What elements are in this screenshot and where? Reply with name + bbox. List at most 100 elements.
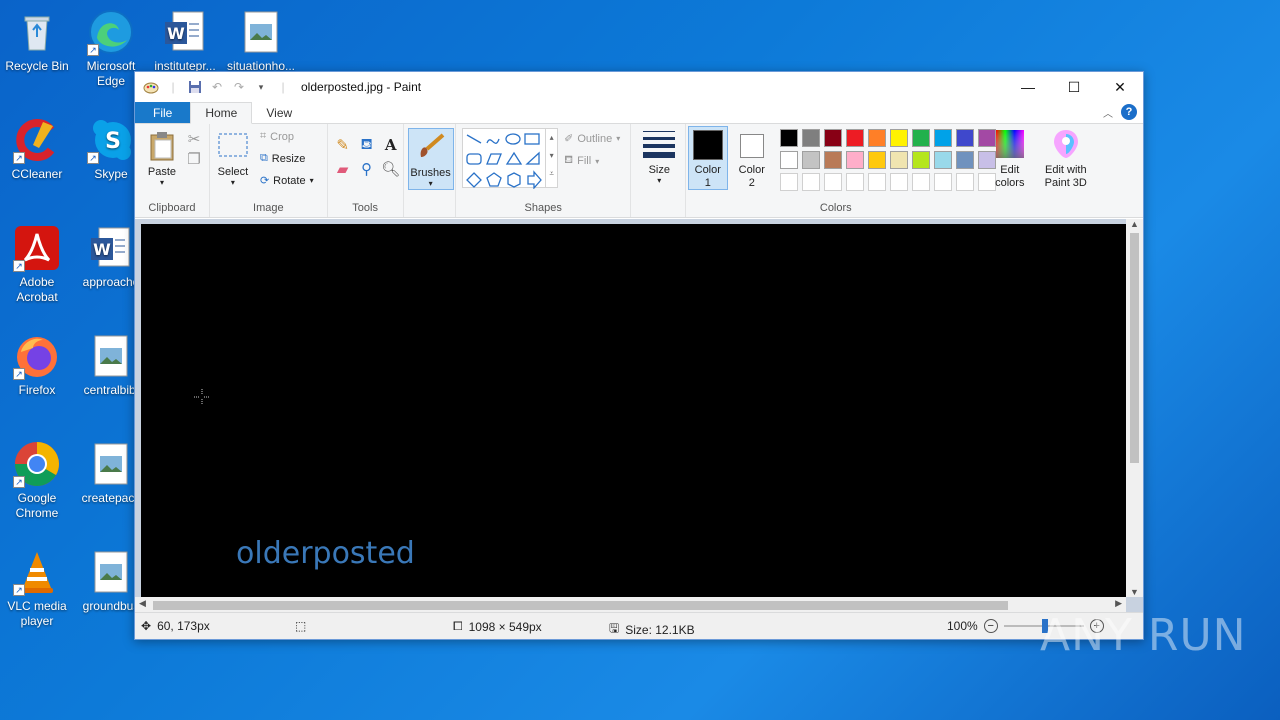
desktop-icon-ccleaner[interactable]: ↗ CCleaner (2, 116, 72, 182)
color1-button[interactable]: Color 1 (687, 126, 728, 190)
palette-swatch[interactable] (955, 129, 974, 147)
image-label: Image (253, 202, 284, 214)
eraser-icon[interactable]: ▰ (334, 160, 352, 178)
palette-swatch[interactable] (845, 129, 864, 147)
scroll-right-icon[interactable]: ▶ (1115, 598, 1122, 609)
help-icon[interactable]: ? (1121, 104, 1137, 120)
paste-button[interactable]: Paste ▾ (145, 130, 179, 187)
separator: | (281, 80, 285, 94)
fill-bucket-icon[interactable]: ⛾ (358, 136, 376, 154)
redo-icon[interactable]: ↷ (231, 79, 247, 95)
palette-swatch[interactable] (823, 151, 842, 169)
palette-swatch[interactable] (911, 129, 930, 147)
save-icon[interactable] (187, 79, 203, 95)
shapes-label: Shapes (524, 202, 562, 214)
cursor-position: ✥ 60, 173px (141, 619, 210, 633)
horizontal-scrollbar[interactable]: ◀ ▶ (135, 597, 1126, 613)
scroll-left-icon[interactable]: ◀ (139, 598, 146, 609)
outline-button[interactable]: ✐ Outline ▾ (564, 132, 620, 146)
palette-swatch[interactable] (933, 173, 952, 191)
desktop-icon-chrome[interactable]: ↗ Google Chrome (2, 440, 72, 521)
tab-home[interactable]: Home (190, 102, 253, 124)
pencil-icon[interactable]: ✎ (334, 136, 352, 154)
outline-label: Outline (577, 132, 613, 145)
cursor-position-text: 60, 173px (157, 619, 210, 633)
paint-app-icon[interactable] (143, 79, 159, 95)
image-group: Select ▾ ⌗ Crop ⧉ Resize ⟳ Rotate ▾ Image (210, 124, 328, 217)
ccleaner-icon: ↗ (13, 116, 61, 164)
palette-swatch[interactable] (867, 173, 886, 191)
color-picker-icon[interactable]: ⚲ (358, 160, 376, 178)
desktop-icon-acrobat[interactable]: ↗ Adobe Acrobat (2, 224, 72, 305)
palette-swatch[interactable] (845, 173, 864, 191)
firefox-icon: ↗ (13, 332, 61, 380)
undo-icon[interactable]: ↶ (209, 79, 225, 95)
shapes-gallery[interactable]: ▴ ▾ ⩡ (462, 128, 559, 190)
zoom-out-icon[interactable]: − (983, 619, 998, 633)
desktop-icon-label: Firefox (18, 383, 56, 397)
tab-file[interactable]: File (135, 102, 191, 123)
palette-swatch[interactable] (779, 129, 798, 147)
customize-qat-icon[interactable]: ▾ (253, 79, 269, 95)
palette-swatch[interactable] (933, 151, 952, 169)
edit-colors-button[interactable]: Edit colors (990, 128, 1030, 190)
palette-swatch[interactable] (933, 129, 952, 147)
palette-swatch[interactable] (801, 173, 820, 191)
image-file-icon (87, 548, 135, 596)
resize-button[interactable]: ⧉ Resize (260, 152, 305, 165)
fill-icon: ⛾ (564, 154, 574, 166)
size-button[interactable]: Size ▾ (639, 128, 679, 185)
horizontal-scroll-thumb[interactable] (153, 601, 1008, 610)
shapes-group: ▴ ▾ ⩡ ✐ Outline ▾ ⛾ Fill ▾ Shapes (456, 124, 632, 217)
brushes-button[interactable]: Brushes ▾ (407, 128, 454, 190)
desktop-icon-label: Adobe Acrobat (16, 275, 58, 304)
scroll-up-icon[interactable]: ▲ (1126, 219, 1143, 229)
desktop-icon-vlc[interactable]: ↗ VLC media player (2, 548, 72, 629)
palette-swatch[interactable] (889, 129, 908, 147)
tab-view[interactable]: View (252, 102, 306, 123)
palette-swatch[interactable] (823, 129, 842, 147)
collapse-ribbon-icon[interactable]: ︿ (1103, 105, 1113, 120)
palette-swatch[interactable] (867, 151, 886, 169)
palette-swatch[interactable] (845, 151, 864, 169)
edge-icon: ↗ (87, 8, 135, 56)
canvas[interactable]: olderposted (141, 224, 1126, 597)
crop-button[interactable]: ⌗ Crop (260, 130, 294, 143)
copy-icon[interactable]: ❐ (185, 150, 203, 168)
rotate-button[interactable]: ⟳ Rotate ▾ (260, 174, 314, 188)
close-button[interactable]: ✕ (1097, 72, 1143, 102)
palette-swatch[interactable] (801, 151, 820, 169)
palette-swatch[interactable] (779, 173, 798, 191)
palette-swatch[interactable] (955, 151, 974, 169)
palette-swatch[interactable] (779, 151, 798, 169)
palette-swatch[interactable] (801, 129, 820, 147)
cut-icon[interactable]: ✂ (185, 130, 203, 148)
minimize-button[interactable]: — (1005, 72, 1051, 102)
desktop-icon-situationho[interactable]: situationho... (226, 8, 296, 74)
text-tool-icon[interactable]: A (382, 136, 400, 154)
maximize-button[interactable]: ☐ (1051, 72, 1097, 102)
brushes-group: Brushes ▾ (404, 124, 457, 217)
palette-swatch[interactable] (911, 151, 930, 169)
shortcut-arrow-icon: ↗ (87, 152, 99, 164)
color2-button[interactable]: Color 2 (732, 130, 772, 190)
vertical-scroll-thumb[interactable] (1130, 233, 1139, 463)
palette-swatch[interactable] (823, 173, 842, 191)
palette-swatch[interactable] (867, 129, 886, 147)
file-size: 🖫 Size: 12.1KB (609, 619, 695, 640)
palette-swatch[interactable] (911, 173, 930, 191)
palette-swatch[interactable] (889, 173, 908, 191)
vertical-scrollbar[interactable]: ▲ ▼ (1126, 219, 1143, 597)
fill-button[interactable]: ⛾ Fill ▾ (564, 154, 599, 168)
magnifier-icon[interactable]: 🔍︎ (381, 160, 400, 178)
select-button[interactable]: Select ▾ (216, 130, 250, 187)
paint-window: | ↶ ↷ ▾ | olderposted.jpg - Paint — ☐ ✕ … (134, 71, 1144, 640)
palette-swatch[interactable] (889, 151, 908, 169)
shapes-scroll[interactable]: ▴ ▾ ⩡ (545, 129, 557, 187)
scroll-down-icon[interactable]: ▼ (1126, 587, 1143, 597)
desktop-icon-institutepr[interactable]: W institutepr... (150, 8, 220, 74)
desktop-icon-recycle-bin[interactable]: Recycle Bin (2, 8, 72, 74)
desktop-icon-firefox[interactable]: ↗ Firefox (2, 332, 72, 398)
edit-paint3d-button[interactable]: Edit with Paint 3D (1036, 128, 1096, 190)
palette-swatch[interactable] (955, 173, 974, 191)
